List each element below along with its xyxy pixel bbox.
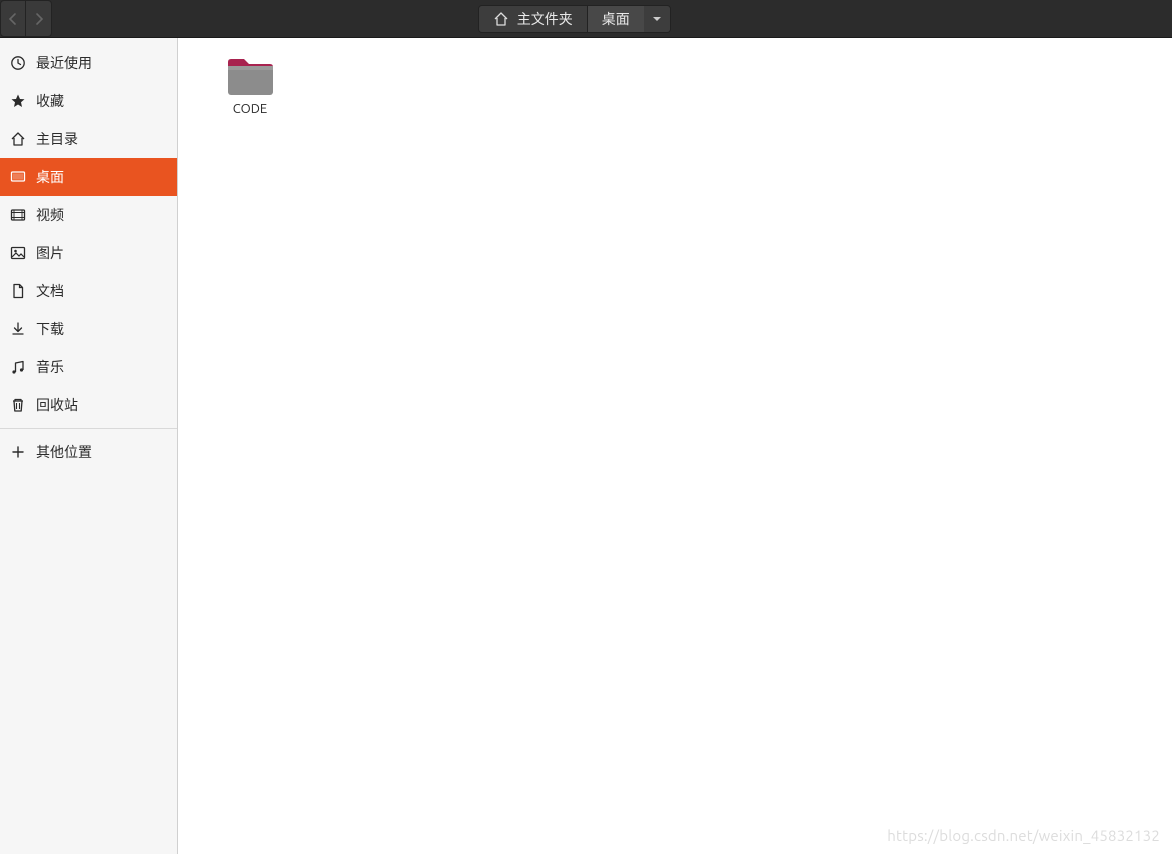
sidebar-item-label: 收藏 xyxy=(36,91,64,111)
sidebar-item-desktop[interactable]: 桌面 xyxy=(0,158,177,196)
sidebar-item-documents[interactable]: 文档 xyxy=(0,272,177,310)
path-bar: 主文件夹 桌面 xyxy=(478,5,671,33)
sidebar-item-label: 其他位置 xyxy=(36,442,92,462)
content-area: 最近使用 收藏 主目录 桌面 视频 xyxy=(0,38,1172,854)
sidebar-item-label: 视频 xyxy=(36,205,64,225)
triangle-down-icon xyxy=(652,14,662,24)
image-icon xyxy=(10,245,26,261)
file-view[interactable]: CODE https://blog.csdn.net/weixin_458321… xyxy=(178,38,1172,854)
path-segment-label: 主文件夹 xyxy=(517,9,573,29)
sidebar-item-label: 下载 xyxy=(36,319,64,339)
path-segment-current[interactable]: 桌面 xyxy=(588,6,644,32)
sidebar-item-label: 主目录 xyxy=(36,129,78,149)
video-icon xyxy=(10,207,26,223)
path-dropdown-button[interactable] xyxy=(644,6,670,32)
sidebar-item-home[interactable]: 主目录 xyxy=(0,120,177,158)
sidebar-item-videos[interactable]: 视频 xyxy=(0,196,177,234)
trash-icon xyxy=(10,397,26,413)
path-segment-home[interactable]: 主文件夹 xyxy=(479,6,588,32)
chevron-left-icon xyxy=(8,12,18,26)
sidebar-item-starred[interactable]: 收藏 xyxy=(0,82,177,120)
file-item-label: CODE xyxy=(233,102,267,116)
download-icon xyxy=(10,321,26,337)
sidebar: 最近使用 收藏 主目录 桌面 视频 xyxy=(0,38,178,854)
home-icon xyxy=(493,11,509,27)
sidebar-item-label: 回收站 xyxy=(36,395,78,415)
folder-icon xyxy=(224,54,276,98)
file-item-folder[interactable]: CODE xyxy=(202,50,298,120)
titlebar: 主文件夹 桌面 xyxy=(0,0,1172,38)
sidebar-item-recent[interactable]: 最近使用 xyxy=(0,44,177,82)
document-icon xyxy=(10,283,26,299)
watermark-text: https://blog.csdn.net/weixin_45832132 xyxy=(887,827,1160,844)
nav-buttons xyxy=(0,0,52,37)
clock-icon xyxy=(10,55,26,71)
sidebar-item-label: 桌面 xyxy=(36,167,64,187)
forward-button[interactable] xyxy=(26,0,52,37)
sidebar-item-label: 图片 xyxy=(36,243,64,263)
chevron-right-icon xyxy=(34,12,44,26)
sidebar-item-pictures[interactable]: 图片 xyxy=(0,234,177,272)
sidebar-item-music[interactable]: 音乐 xyxy=(0,348,177,386)
sidebar-item-trash[interactable]: 回收站 xyxy=(0,386,177,424)
path-segment-label: 桌面 xyxy=(602,9,630,29)
star-icon xyxy=(10,93,26,109)
home-icon xyxy=(10,131,26,147)
sidebar-item-downloads[interactable]: 下载 xyxy=(0,310,177,348)
sidebar-separator xyxy=(0,428,177,429)
music-icon xyxy=(10,359,26,375)
sidebar-item-other-locations[interactable]: 其他位置 xyxy=(0,433,177,471)
sidebar-item-label: 最近使用 xyxy=(36,53,92,73)
sidebar-item-label: 音乐 xyxy=(36,357,64,377)
back-button[interactable] xyxy=(0,0,26,37)
desktop-icon xyxy=(10,169,26,185)
plus-icon xyxy=(10,444,26,460)
sidebar-item-label: 文档 xyxy=(36,281,64,301)
